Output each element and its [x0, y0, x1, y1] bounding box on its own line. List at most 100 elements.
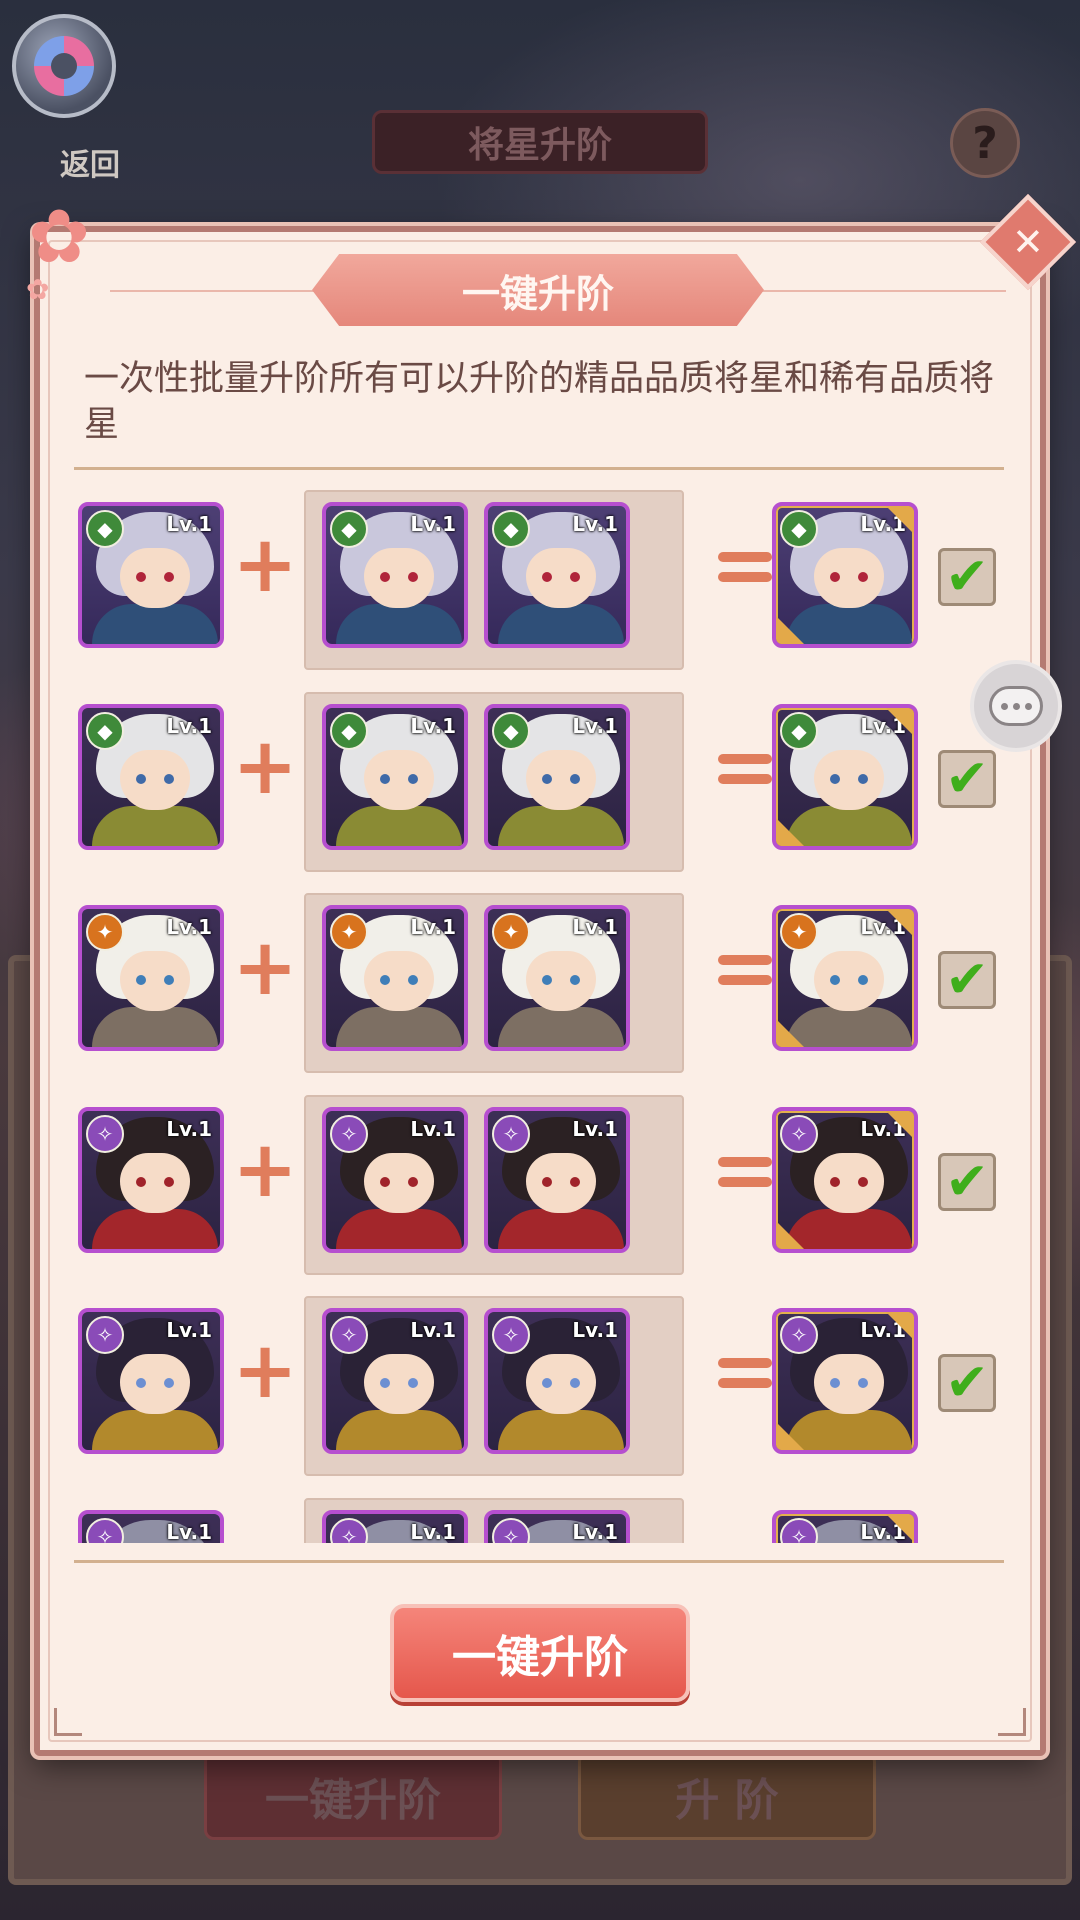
hero-eye: [164, 1177, 174, 1187]
row-checkbox[interactable]: ✔: [938, 1153, 996, 1211]
hero-eye: [380, 774, 390, 784]
equals-icon: [706, 1336, 786, 1406]
hero-outfit: [92, 604, 218, 644]
upgrade-row: ✧ Lv.1 ✧ Lv.1 ✧ Lv.1 ✧ Lv.1 + ✔: [60, 1296, 1020, 1486]
plus-icon: +: [232, 722, 298, 812]
result-hero-card[interactable]: ✧ Lv.1: [772, 1107, 918, 1253]
material-hero-card[interactable]: ✦ Lv.1: [322, 905, 468, 1051]
upgrade-list[interactable]: ◆ Lv.1 ◆ Lv.1 ◆ Lv.1 ◆ Lv.1 + ✔ ◆ Lv.1 ◆ Lv.1 ◆ Lv.1 ◆ L…: [60, 490, 1020, 1543]
material-hero-card[interactable]: ✧ Lv.1: [322, 1308, 468, 1454]
hero-level: Lv.1: [166, 714, 212, 738]
row-checkbox[interactable]: ✔: [938, 951, 996, 1009]
material-hero-card[interactable]: ✧ Lv.1: [484, 1107, 630, 1253]
batch-upgrade-confirm-button[interactable]: 一键升阶: [390, 1604, 690, 1702]
base-hero-card[interactable]: ✧ Lv.1: [78, 1107, 224, 1253]
faction-icon: ✦: [330, 913, 368, 951]
hero-outfit: [786, 1410, 912, 1450]
hero-eye: [408, 1378, 418, 1388]
plus-icon: +: [230, 1534, 300, 1543]
row-checkbox[interactable]: ✔: [938, 1354, 996, 1412]
hero-level: Lv.1: [410, 915, 456, 939]
row-checkbox[interactable]: ✔: [938, 750, 996, 808]
hero-level: Lv.1: [166, 1520, 212, 1543]
material-hero-card[interactable]: ◆ Lv.1: [484, 502, 630, 648]
hero-eye: [380, 572, 390, 582]
settings-button[interactable]: [12, 14, 116, 118]
hero-eye: [858, 1378, 868, 1388]
hero-face: [120, 1354, 190, 1414]
hero-eye: [136, 774, 146, 784]
corner-ornament: [54, 1708, 82, 1736]
hero-eye: [164, 1378, 174, 1388]
hero-level: Lv.1: [572, 1520, 618, 1543]
hero-face: [120, 951, 190, 1011]
base-hero-card[interactable]: ✧ Lv.1: [78, 1510, 224, 1543]
base-hero-card[interactable]: ✧ Lv.1: [78, 1308, 224, 1454]
hero-eye: [408, 975, 418, 985]
hero-eye: [858, 975, 868, 985]
base-hero-card[interactable]: ◆ Lv.1: [78, 704, 224, 850]
faction-icon: ◆: [492, 510, 530, 548]
hero-eye: [408, 774, 418, 784]
result-hero-card[interactable]: ✦ Lv.1: [772, 905, 918, 1051]
rank-corner: [776, 1422, 804, 1450]
material-hero-card[interactable]: ◆ Lv.1: [484, 704, 630, 850]
rank-corner: [776, 1019, 804, 1047]
hero-eye: [858, 1177, 868, 1187]
material-hero-card[interactable]: ✧ Lv.1: [322, 1510, 468, 1543]
hero-eye: [164, 774, 174, 784]
hero-eye: [164, 572, 174, 582]
rank-corner: [886, 1514, 914, 1542]
hero-face: [814, 1153, 884, 1213]
material-hero-card[interactable]: ◆ Lv.1: [322, 704, 468, 850]
hero-outfit: [92, 806, 218, 846]
back-button-label[interactable]: 返回: [60, 140, 120, 184]
result-hero-card[interactable]: ◆ Lv.1: [772, 704, 918, 850]
faction-icon: ✧: [330, 1316, 368, 1354]
hero-face: [526, 951, 596, 1011]
equals-icon: [706, 1538, 786, 1543]
hero-eye: [570, 774, 580, 784]
material-hero-card[interactable]: ◆ Lv.1: [322, 502, 468, 648]
equals-icon: [706, 530, 786, 600]
hero-face: [364, 1354, 434, 1414]
help-button[interactable]: ?: [950, 108, 1020, 178]
divider: [74, 467, 1004, 470]
hero-face: [526, 750, 596, 810]
hero-eye: [136, 1378, 146, 1388]
material-hero-card[interactable]: ✦ Lv.1: [484, 905, 630, 1051]
material-hero-card[interactable]: ✧ Lv.1: [484, 1308, 630, 1454]
hero-outfit: [786, 604, 912, 644]
hero-level: Lv.1: [166, 915, 212, 939]
chat-button[interactable]: [970, 660, 1062, 752]
faction-icon: ✧: [86, 1316, 124, 1354]
result-hero-card[interactable]: ◆ Lv.1: [772, 502, 918, 648]
faction-icon: ✧: [86, 1518, 124, 1543]
rank-corner: [886, 1312, 914, 1340]
hero-outfit: [336, 604, 462, 644]
chat-bubble-icon: [989, 686, 1043, 726]
hero-level: Lv.1: [410, 1117, 456, 1141]
hero-eye: [380, 1177, 390, 1187]
base-hero-card[interactable]: ◆ Lv.1: [78, 502, 224, 648]
dialog-title: 一键升阶: [312, 254, 764, 326]
hero-eye: [542, 572, 552, 582]
base-hero-card[interactable]: ✦ Lv.1: [78, 905, 224, 1051]
hero-face: [120, 1153, 190, 1213]
hero-outfit: [336, 1007, 462, 1047]
faction-icon: ✧: [330, 1518, 368, 1543]
material-hero-card[interactable]: ✧ Lv.1: [484, 1510, 630, 1543]
result-hero-card[interactable]: ✧ Lv.1: [772, 1510, 918, 1543]
faction-icon: ✧: [330, 1115, 368, 1153]
row-checkbox[interactable]: ✔: [938, 548, 996, 606]
faction-icon: ✧: [86, 1115, 124, 1153]
plus-icon: +: [232, 1326, 298, 1416]
rank-corner: [776, 1221, 804, 1249]
hero-outfit: [336, 1209, 462, 1249]
result-hero-card[interactable]: ✧ Lv.1: [772, 1308, 918, 1454]
hero-level: Lv.1: [166, 512, 212, 536]
rank-corner: [886, 506, 914, 534]
hero-outfit: [498, 806, 624, 846]
hero-face: [526, 1153, 596, 1213]
material-hero-card[interactable]: ✧ Lv.1: [322, 1107, 468, 1253]
